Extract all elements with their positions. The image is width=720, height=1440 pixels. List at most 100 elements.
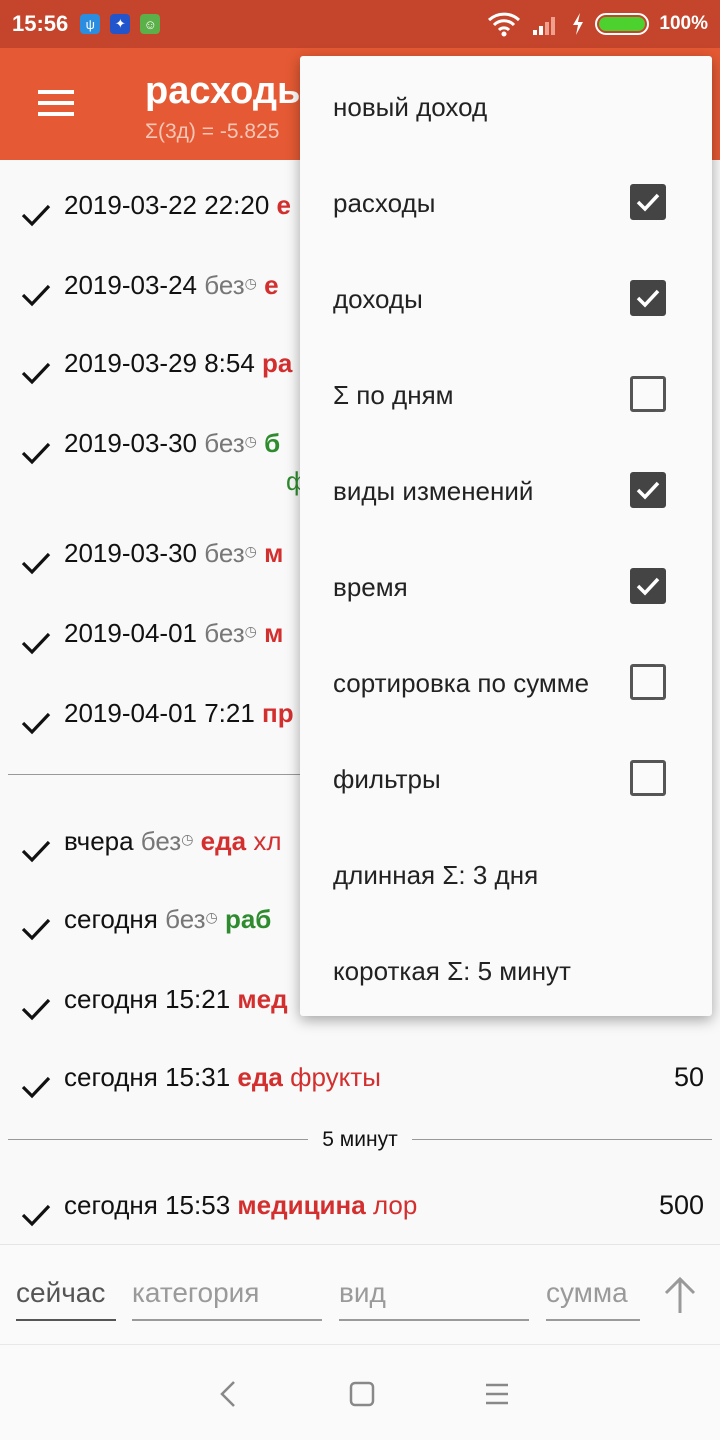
menu-item[interactable]: Σ по дням (300, 346, 712, 442)
menu-item[interactable]: короткая Σ: 5 минут (300, 922, 712, 1018)
kind-input[interactable]: вид (339, 1277, 529, 1321)
clock-icon: ◷ (244, 275, 257, 291)
check-icon (636, 193, 660, 212)
battery-icon (595, 13, 650, 35)
entry-no-time: без (140, 826, 182, 856)
entry-category: раб (224, 904, 272, 934)
menu-item-label: время (333, 572, 408, 602)
category-input[interactable]: категория (132, 1277, 322, 1321)
input-bar: сейчас категория вид сумма (0, 1244, 720, 1344)
charging-icon (573, 13, 584, 35)
page-title: расходы (145, 70, 310, 112)
entry-text: сегодня 15:31 еда фрукты (64, 1062, 381, 1093)
checkmark-icon (21, 918, 51, 941)
entry-text: 2019-04-01 без◷ м (64, 618, 283, 649)
entry-text: 2019-03-24 без◷ е (64, 270, 279, 301)
clock-icon: ◷ (244, 433, 257, 449)
entry-text: сегодня 15:53 медицина лор (64, 1190, 417, 1221)
menu-item-label: длинная Σ: 3 дня (333, 860, 539, 890)
menu-item-label: Σ по дням (333, 380, 454, 410)
checkbox-unchecked[interactable] (630, 376, 666, 412)
check-icon (636, 577, 660, 596)
entry-date: 2019-03-29 8:54 (64, 348, 263, 378)
entry-category: е (276, 190, 291, 220)
entry-category: м (264, 538, 284, 568)
amount-input[interactable]: сумма (546, 1277, 640, 1321)
entry-category: ра (262, 348, 293, 378)
menu-item[interactable]: фильтры (300, 730, 712, 826)
entry-date: 2019-04-01 (64, 618, 205, 648)
entry-date: сегодня 15:21 (64, 984, 238, 1014)
recents-icon[interactable] (484, 1381, 510, 1407)
options-menu: новый доход расходы доходы Σ по дням виды из… (300, 56, 712, 1016)
sum-subtitle: Σ(3д) = -5.825 (145, 120, 280, 143)
usb-icon: ψ (80, 14, 101, 34)
checkbox-checked[interactable] (630, 472, 666, 508)
entry-text: 2019-03-30 без◷ б (64, 428, 280, 459)
checkmark-icon (21, 712, 51, 735)
navigation-bar (0, 1344, 720, 1440)
entry-amount: 500 (658, 1190, 704, 1220)
time-divider-text: 5 минут (308, 1128, 412, 1151)
menu-item-label: короткая Σ: 5 минут (333, 956, 571, 986)
send-arrow-icon[interactable] (662, 1275, 698, 1315)
checkmark-icon (21, 632, 51, 655)
entry-no-time: без (165, 904, 206, 934)
entry-text: сегодня 15:21 мед (64, 984, 288, 1015)
checkbox-checked[interactable] (630, 184, 666, 220)
checkbox-checked[interactable] (630, 568, 666, 604)
menu-item-label: сортировка по сумме (333, 668, 590, 698)
time-divider-label: 5 минут (0, 1128, 720, 1152)
entry-text: 2019-04-01 7:21 пр (64, 698, 294, 729)
menu-item[interactable]: расходы (300, 154, 712, 250)
list-item[interactable]: сегодня 15:53 медицина лор 500 (0, 1190, 720, 1250)
entry-kind: лор (372, 1190, 418, 1220)
entry-date: 2019-03-24 (64, 270, 205, 300)
menu-item-label: фильтры (333, 764, 441, 794)
menu-item[interactable]: доходы (300, 250, 712, 346)
menu-item[interactable]: сортировка по сумме (300, 634, 712, 730)
checkbox-unchecked[interactable] (630, 664, 666, 700)
checkmark-icon (21, 552, 51, 575)
battery-percent: 100% (659, 13, 708, 34)
checkmark-icon (21, 1204, 51, 1227)
entry-date: 2019-03-22 22:20 (64, 190, 277, 220)
clock-icon: ◷ (181, 831, 194, 847)
entry-kind: хл (253, 826, 282, 856)
entry-category: б (264, 428, 281, 458)
menu-icon[interactable] (38, 90, 74, 116)
menu-item-label: доходы (333, 284, 423, 314)
entry-category: еда (237, 1062, 283, 1092)
entry-text: вчера без◷ еда хл (64, 826, 282, 857)
time-field[interactable]: сейчас (16, 1277, 116, 1321)
checkmark-icon (21, 442, 51, 465)
back-icon[interactable] (216, 1379, 240, 1409)
entry-date: вчера (64, 826, 141, 856)
status-time: 15:56 (12, 11, 69, 36)
entry-amount: 50 (673, 1062, 704, 1092)
checkmark-icon (21, 840, 51, 863)
entry-date: сегодня (64, 904, 166, 934)
entry-text: 2019-03-22 22:20 е (64, 190, 291, 221)
checkmark-icon (21, 362, 51, 385)
menu-item[interactable]: длинная Σ: 3 дня (300, 826, 712, 922)
menu-item[interactable]: время (300, 538, 712, 634)
entry-category: е (264, 270, 279, 300)
entry-date: 2019-03-30 (64, 428, 205, 458)
home-icon[interactable] (349, 1381, 375, 1407)
clock-icon: ◷ (205, 909, 218, 925)
entry-no-time: без (204, 538, 245, 568)
entry-category: еда (200, 826, 247, 856)
menu-item-label: расходы (333, 188, 436, 218)
entry-date: сегодня 15:31 (64, 1062, 238, 1092)
clock-icon: ◷ (244, 623, 257, 639)
checkmark-icon (21, 1076, 51, 1099)
entry-category: пр (262, 698, 294, 728)
menu-item[interactable]: виды изменений (300, 442, 712, 538)
menu-item-label: новый доход (333, 92, 488, 122)
checkbox-unchecked[interactable] (630, 760, 666, 796)
clock-icon: ◷ (244, 543, 257, 559)
menu-item[interactable]: новый доход (300, 58, 712, 154)
list-item[interactable]: сегодня 15:31 еда фрукты 50 (0, 1062, 720, 1122)
checkbox-checked[interactable] (630, 280, 666, 316)
